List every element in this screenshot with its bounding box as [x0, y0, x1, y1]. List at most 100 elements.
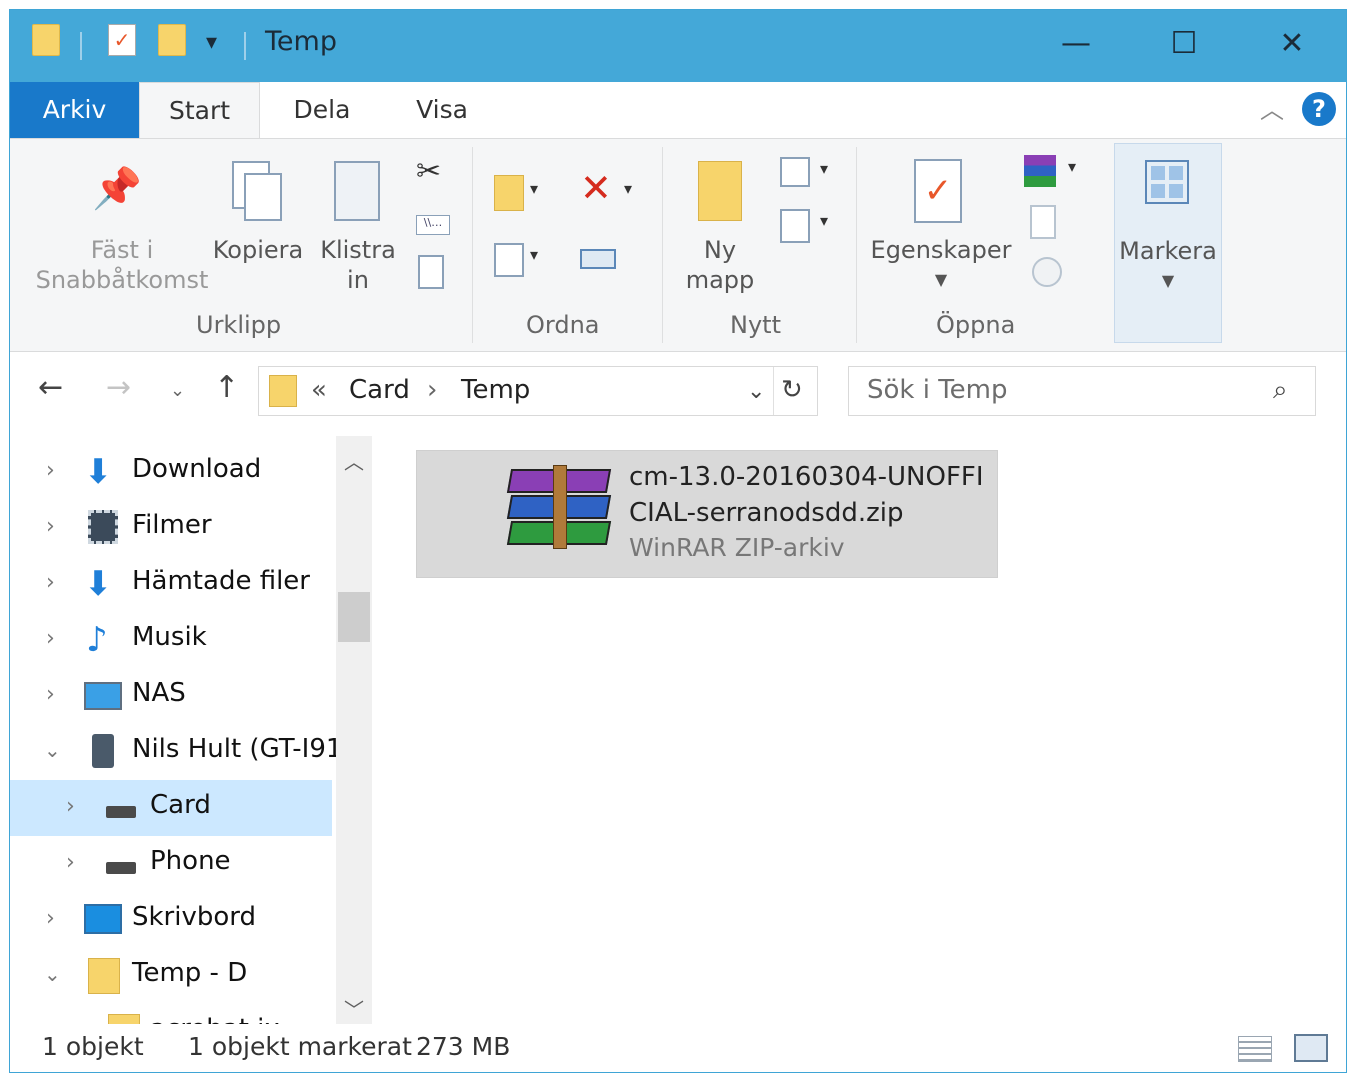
winrar-archive-icon — [506, 465, 612, 549]
nav-scrollbar[interactable]: ︿ ﹀ — [336, 436, 372, 1024]
search-box[interactable]: Sök i Temp ⌕ — [848, 366, 1316, 416]
group-divider — [472, 147, 473, 343]
monitor-icon — [84, 682, 122, 710]
scroll-down-icon[interactable]: ﹀ — [336, 994, 372, 1023]
tab-start[interactable]: Start — [139, 82, 260, 139]
new-item-icon[interactable] — [780, 157, 810, 187]
paste-shortcut-icon[interactable] — [418, 255, 444, 289]
chevron-right-icon[interactable]: › — [46, 626, 55, 651]
navigation-bar: ← → ⌄ ↑ « Card › Temp ⌄ ↻ Sök i Temp ⌕ — [10, 352, 1346, 436]
selected-count: 1 objekt markerat — [188, 1032, 412, 1061]
copy-path-icon[interactable]: \\… — [416, 215, 450, 235]
paste-icon — [334, 161, 380, 221]
large-icons-view-icon[interactable] — [1294, 1034, 1328, 1062]
copy-to-icon[interactable] — [494, 243, 524, 277]
easy-access-icon[interactable] — [780, 209, 810, 243]
recent-locations-icon[interactable]: ⌄ — [170, 380, 185, 401]
divider — [773, 367, 774, 415]
move-to-icon[interactable] — [494, 175, 524, 211]
window-title: Temp — [265, 26, 337, 57]
tree-item-nils-hult-device[interactable]: ⌄ Nils Hult (GT-I91 — [10, 724, 342, 780]
tree-item-acrobat[interactable]: › acrobat ix — [10, 1004, 332, 1024]
tab-visa[interactable]: Visa — [392, 82, 492, 138]
tab-arkiv[interactable]: Arkiv — [10, 82, 139, 138]
history-icon — [1032, 257, 1062, 287]
tree-item-hamtade-filer[interactable]: › ⬇ Hämtade filer — [10, 556, 332, 612]
maximize-button[interactable]: ☐ — [1130, 10, 1238, 82]
close-button[interactable]: ✕ — [1238, 10, 1346, 82]
chevron-down-icon[interactable]: ▾ — [530, 181, 538, 197]
tree-label: Musik — [132, 622, 207, 652]
pin-icon: 📌 — [92, 166, 142, 212]
item-count: 1 objekt — [42, 1032, 144, 1061]
minimize-button[interactable]: — — [1022, 10, 1130, 82]
customize-qat-icon[interactable]: ▾ — [206, 30, 217, 55]
chevron-right-icon[interactable]: › — [46, 458, 55, 483]
chevron-down-icon[interactable]: ▾ — [530, 247, 538, 263]
pin-quick-access-button[interactable]: Fäst i Snabbåtkomst — [22, 235, 222, 295]
rename-icon[interactable] — [580, 249, 616, 269]
tree-item-phone[interactable]: › Phone — [10, 836, 332, 892]
cut-icon[interactable]: ✂ — [416, 157, 441, 187]
open-with-icon[interactable] — [1024, 155, 1056, 187]
address-bar[interactable]: « Card › Temp ⌄ ↻ — [258, 366, 818, 416]
chevron-right-icon[interactable]: › — [66, 850, 75, 875]
group-label-clipboard: Urklipp — [196, 311, 282, 339]
breadcrumb-card[interactable]: Card — [349, 375, 410, 405]
search-icon[interactable]: ⌕ — [1273, 375, 1288, 406]
details-view-icon[interactable] — [1238, 1036, 1272, 1062]
file-item[interactable]: cm-13.0-20160304-UNOFFICIAL-serranodsdd.… — [416, 450, 998, 578]
select-label: Markera — [1119, 237, 1217, 265]
chevron-down-icon[interactable]: ▾ — [820, 213, 828, 229]
tree-item-nas[interactable]: › NAS — [10, 668, 332, 724]
chevron-down-icon[interactable]: ⌄ — [44, 962, 61, 986]
address-dropdown-icon[interactable]: ⌄ — [747, 379, 765, 404]
copy-button[interactable]: Kopiera — [206, 235, 310, 265]
edit-icon — [1030, 205, 1056, 239]
properties-button[interactable]: Egenskaper ▼ — [868, 235, 1014, 295]
tree-item-skrivbord[interactable]: › Skrivbord — [10, 892, 332, 948]
tree-item-card[interactable]: › Card — [10, 780, 332, 836]
chevron-down-icon[interactable]: ▾ — [1068, 159, 1076, 175]
tree-label: Card — [150, 790, 211, 820]
tree-label: acrobat ix — [150, 1014, 280, 1024]
new-folder-qat-icon[interactable] — [158, 24, 186, 56]
chevron-down-icon[interactable]: ▾ — [624, 181, 632, 197]
chevron-right-icon[interactable]: › — [46, 682, 55, 707]
scroll-up-icon[interactable]: ︿ — [336, 446, 372, 475]
chevron-down-icon[interactable]: ▾ — [820, 161, 828, 177]
breadcrumb-overflow[interactable]: « — [311, 375, 327, 405]
tree-item-musik[interactable]: › ♪ Musik — [10, 612, 332, 668]
chevron-right-icon[interactable]: › — [46, 570, 55, 595]
back-arrow-icon[interactable]: ← — [38, 370, 63, 405]
tree-item-filmer[interactable]: › Filmer — [10, 500, 332, 556]
paste-button[interactable]: Klistra in — [316, 235, 400, 295]
new-folder-label-2: mapp — [685, 266, 755, 294]
chevron-right-icon[interactable]: › — [46, 906, 55, 931]
tree-label: Phone — [150, 846, 231, 876]
new-folder-button[interactable]: Ny mapp — [676, 235, 764, 295]
tree-item-download[interactable]: › ⬇ Download — [10, 444, 332, 500]
scroll-thumb[interactable] — [338, 592, 370, 642]
select-icon — [1145, 160, 1189, 204]
properties-label: Egenskaper — [870, 236, 1012, 264]
properties-qat-icon[interactable]: ✓ — [108, 24, 136, 56]
help-icon[interactable]: ? — [1302, 92, 1336, 126]
breadcrumb-temp[interactable]: Temp — [461, 375, 530, 405]
collapse-ribbon-icon[interactable]: ︿ — [1260, 90, 1284, 125]
phone-icon — [92, 734, 114, 768]
select-button[interactable]: Markera ▼ — [1114, 143, 1222, 343]
chevron-down-icon: ▼ — [934, 270, 948, 289]
refresh-icon[interactable]: ↻ — [781, 375, 803, 405]
search-input[interactable]: Sök i Temp — [867, 375, 1008, 405]
tree-item-temp-d[interactable]: ⌄ Temp - D — [10, 948, 332, 1004]
tab-dela[interactable]: Dela — [272, 82, 372, 138]
chevron-right-icon[interactable]: › — [66, 794, 75, 819]
forward-arrow-icon[interactable]: → — [106, 370, 131, 405]
up-arrow-icon[interactable]: ↑ — [214, 370, 239, 405]
delete-icon[interactable]: ✕ — [580, 169, 612, 207]
chevron-right-icon[interactable]: › — [46, 514, 55, 539]
status-bar: 1 objekt 1 objekt markerat 273 MB — [10, 1024, 1346, 1072]
divider — [244, 32, 246, 60]
chevron-down-icon[interactable]: ⌄ — [44, 738, 61, 762]
